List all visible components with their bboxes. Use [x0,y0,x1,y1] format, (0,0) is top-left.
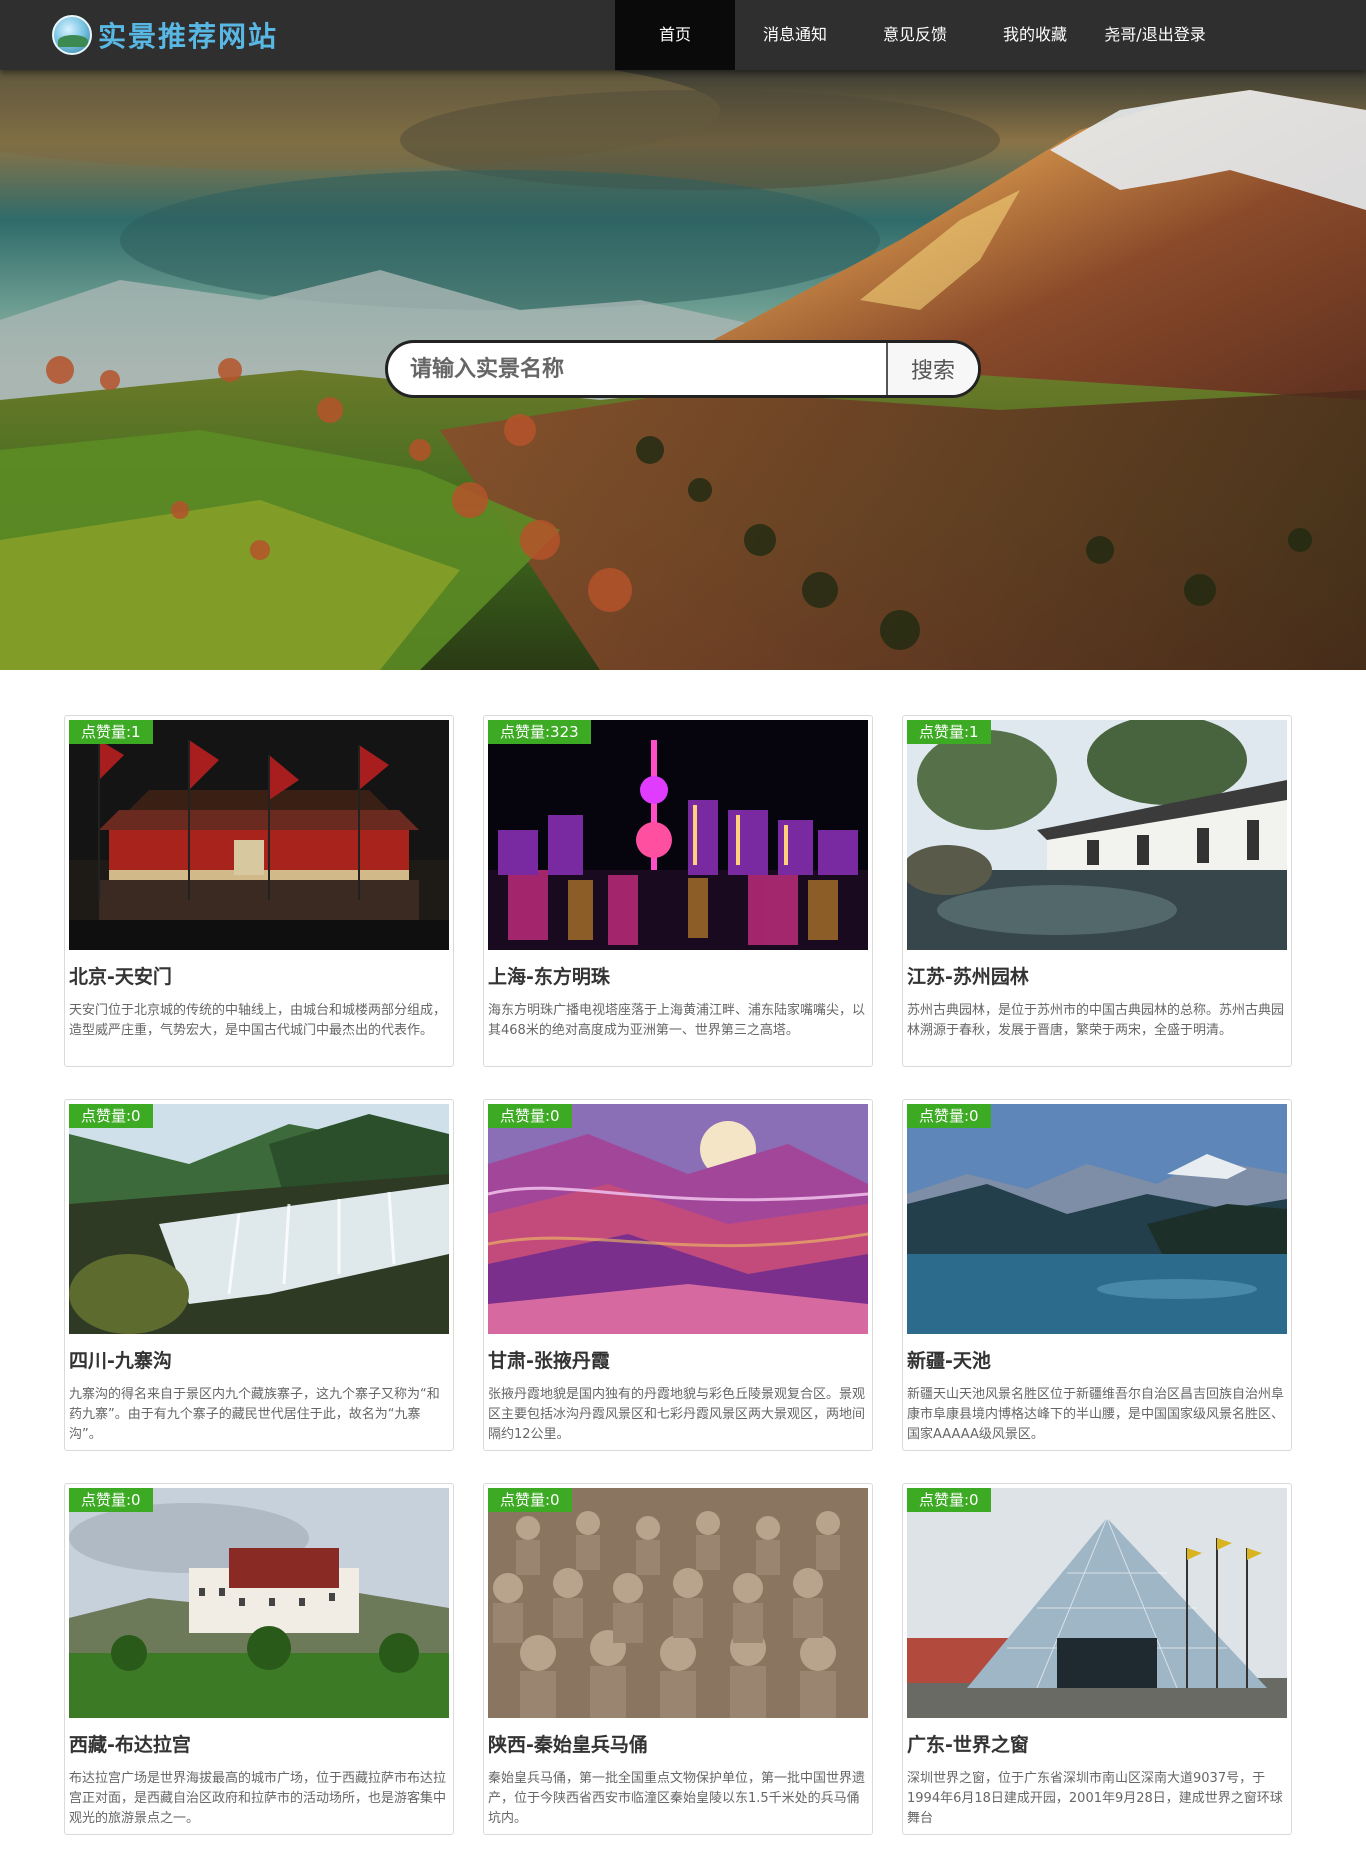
landscape-logo-icon [52,15,92,55]
card-image: 点赞量:0 [69,1488,449,1718]
search-input[interactable] [388,343,886,395]
card-title[interactable]: 广东-世界之窗 [907,1730,1029,1757]
likes-badge: 点赞量:0 [69,1488,153,1512]
card-title[interactable]: 甘肃-张掖丹霞 [488,1346,610,1373]
scenic-card[interactable]: 点赞量:0 西藏-布达拉宫 布达拉宫广场是世界海拔最高的城市广场，位于西藏拉萨市… [64,1483,454,1835]
oriental-pearl-tower-photo [488,720,868,950]
suzhou-garden-photo [907,720,1287,950]
zhangye-danxia-photo [488,1104,868,1334]
likes-badge: 点赞量:0 [488,1104,572,1128]
scenic-card[interactable]: 点赞量:0 陕西-秦始皇兵马俑 秦始皇兵马俑，第一批全国重点文物保护单位，第一批… [483,1483,873,1835]
nav-user-logout[interactable]: 尧哥/退出登录 [1095,0,1215,70]
likes-badge: 点赞量:1 [907,720,991,744]
scenic-card[interactable]: 点赞量:0 新疆-天池 新疆天山天池风景名胜区位于新疆维吾尔自治区昌吉回族自治州… [902,1099,1292,1451]
likes-badge: 点赞量:0 [907,1104,991,1128]
likes-badge: 点赞量:0 [907,1488,991,1512]
card-description: 九寨沟的得名来自于景区内九个藏族寨子，这九个寨子又称为“和药九寨”。由于有九个寨… [69,1387,440,1442]
card-image: 点赞量:1 [69,720,449,950]
card-title[interactable]: 上海-东方明珠 [488,962,610,989]
card-title[interactable]: 新疆-天池 [907,1346,991,1373]
card-image: 点赞量:0 [69,1104,449,1334]
scenic-card[interactable]: 点赞量:323 上海-东方明珠 海东方明珠广播电视塔座落于上海黄浦江畔、浦东陆家… [483,715,873,1067]
jiuzhaigou-photo [69,1104,449,1334]
scenic-card[interactable]: 点赞量:1 江苏-苏州园林 苏州古典园林，是位于苏州市的中国古典园林的总称。苏州… [902,715,1292,1067]
card-image: 点赞量:0 [907,1488,1287,1718]
card-description: 秦始皇兵马俑，第一批全国重点文物保护单位，第一批中国世界遗产，位于今陕西省西安市… [488,1771,866,1826]
potala-palace-photo [69,1488,449,1718]
search-bar: 搜索 [385,340,981,398]
card-image: 点赞量:1 [907,720,1287,950]
likes-badge: 点赞量:1 [69,720,153,744]
tianchi-lake-photo [907,1104,1287,1334]
card-title[interactable]: 陕西-秦始皇兵马俑 [488,1730,648,1757]
card-description: 深圳世界之窗，位于广东省深圳市南山区深南大道9037号，于1994年6月18日建… [907,1771,1283,1826]
likes-badge: 点赞量:323 [488,720,591,744]
nav-notifications[interactable]: 消息通知 [735,0,855,70]
card-title[interactable]: 西藏-布达拉宫 [69,1730,191,1757]
likes-badge: 点赞量:0 [69,1104,153,1128]
card-title[interactable]: 北京-天安门 [69,962,172,989]
card-description: 新疆天山天池风景名胜区位于新疆维吾尔自治区昌吉回族自治州阜康市阜康县境内博格达峰… [907,1387,1285,1442]
card-image: 点赞量:0 [488,1104,868,1334]
scenic-card[interactable]: 点赞量:0 广东-世界之窗 深圳世界之窗，位于广东省深圳市南山区深南大道9037… [902,1483,1292,1835]
likes-badge: 点赞量:0 [488,1488,572,1512]
scenic-card[interactable]: 点赞量:1 北京-天安门 天安门位于北京城的传统的中轴线上，由城台和城楼两部分组… [64,715,454,1067]
nav-favorites[interactable]: 我的收藏 [975,0,1095,70]
card-image: 点赞量:323 [488,720,868,950]
window-of-the-world-photo [907,1488,1287,1718]
card-description: 张掖丹霞地貌是国内独有的丹霞地貌与彩色丘陵景观复合区。景观区主要包括冰沟丹霞风景… [488,1387,866,1442]
site-title: 实景推荐网站 [98,20,279,53]
scenic-card[interactable]: 点赞量:0 甘肃-张掖丹霞 张掖丹霞地貌是国内独有的丹霞地貌与彩色丘陵景观复合区… [483,1099,873,1451]
scenic-card[interactable]: 点赞量:0 四川-九寨沟 九寨沟的得名来自于景区内九个藏族寨子，这九个寨子又称为… [64,1099,454,1451]
card-description: 海东方明珠广播电视塔座落于上海黄浦江畔、浦东陆家嘴嘴尖，以其468米的绝对高度成… [488,1003,866,1038]
site-logo[interactable]: 实景推荐网站 [52,13,278,57]
card-image: 点赞量:0 [907,1104,1287,1334]
tiananmen-photo [69,720,449,950]
card-description: 苏州古典园林，是位于苏州市的中国古典园林的总称。苏州古典园林溯源于春秋，发展于晋… [907,1003,1285,1038]
top-navigation-bar: 实景推荐网站 首页 消息通知 意见反馈 我的收藏 尧哥/退出登录 [0,0,1366,70]
nav-feedback[interactable]: 意见反馈 [855,0,975,70]
terracotta-army-photo [488,1488,868,1718]
main-nav: 首页 消息通知 意见反馈 我的收藏 尧哥/退出登录 [615,0,1215,70]
search-button[interactable]: 搜索 [886,343,978,395]
card-image: 点赞量:0 [488,1488,868,1718]
card-title[interactable]: 四川-九寨沟 [69,1346,172,1373]
nav-home[interactable]: 首页 [615,0,735,70]
card-description: 天安门位于北京城的传统的中轴线上，由城台和城楼两部分组成，造型威严庄重，气势宏大… [69,1003,447,1038]
hero-banner: 搜索 [0,70,1366,670]
card-description: 布达拉宫广场是世界海拔最高的城市广场，位于西藏拉萨市布达拉宫正对面，是西藏自治区… [69,1771,447,1826]
card-title[interactable]: 江苏-苏州园林 [907,962,1029,989]
